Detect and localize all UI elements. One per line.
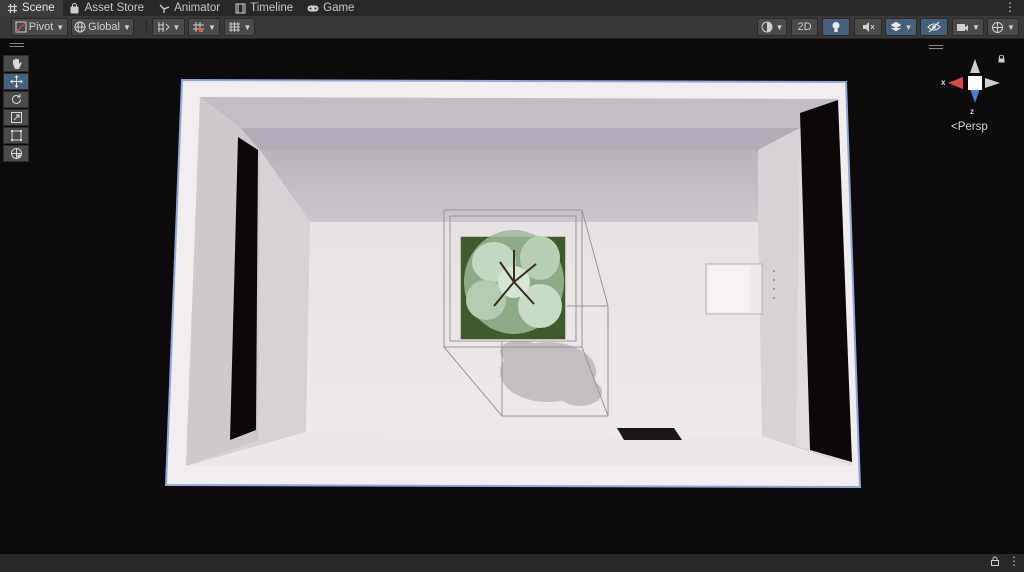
tab-label: Scene: [22, 2, 55, 14]
transform-tool-button[interactable]: [3, 145, 29, 162]
draw-mode-dropdown[interactable]: ▼: [757, 18, 787, 36]
chevron-down-icon: ▼: [972, 22, 980, 32]
shading-mode-icon: [761, 21, 773, 33]
projection-label: Persp: [957, 121, 988, 133]
scale-tool-button[interactable]: [3, 109, 29, 126]
chevron-down-icon: ▼: [172, 22, 181, 32]
more-options-icon[interactable]: ⋮: [1004, 0, 1016, 16]
grid-snap-icon: [193, 22, 205, 32]
tab-label: Animator: [174, 2, 221, 14]
chevron-down-icon: ▼: [904, 22, 913, 32]
chevron-down-icon: ▼: [122, 22, 131, 32]
tab-label: Game: [323, 2, 355, 14]
grid-visibility-icon: [228, 22, 240, 32]
tab-asset-store[interactable]: Asset Store: [63, 0, 152, 16]
gizmo-z-label: z: [970, 107, 974, 116]
globe-icon: [74, 21, 86, 33]
pivot-icon: [15, 21, 27, 33]
animator-icon: [158, 2, 170, 14]
tree-canopy: [464, 230, 564, 334]
snap-icon: [157, 22, 170, 32]
scene-render: [164, 78, 862, 489]
effects-layers-icon: [890, 21, 902, 32]
gizmo-panel-grip[interactable]: [929, 45, 943, 49]
move-arrows-icon: [9, 75, 23, 88]
mode-2d-label: 2D: [797, 21, 812, 33]
rect-transform-icon: [10, 130, 22, 141]
shopping-bag-icon: [69, 2, 81, 14]
grid-snapping-dropdown[interactable]: ▼: [188, 18, 220, 36]
tab-label: Timeline: [250, 2, 294, 14]
audio-muted-icon: [862, 22, 874, 32]
hand-icon: [12, 58, 22, 69]
projection-toggle[interactable]: <Persp: [951, 121, 988, 133]
chevron-down-icon: ▼: [1007, 22, 1015, 32]
tab-animator[interactable]: Animator: [152, 0, 228, 16]
tab-timeline[interactable]: Timeline: [228, 0, 301, 16]
snap-increment-dropdown[interactable]: ▼: [152, 18, 185, 36]
lightbulb-icon: [832, 22, 840, 32]
persp-chevron-icon: <: [951, 121, 958, 133]
effects-dropdown[interactable]: ▼: [885, 18, 917, 36]
transform-icon: [10, 148, 22, 159]
window-tab-bar: Scene Asset Store Animator Timeline Game…: [0, 0, 1024, 16]
eye-off-icon: [927, 21, 941, 33]
more-options-icon[interactable]: ⋮: [1008, 554, 1020, 568]
gizmos-dropdown[interactable]: ▼: [987, 18, 1019, 36]
grid-visibility-dropdown[interactable]: ▼: [224, 18, 255, 36]
palette-grip[interactable]: [10, 43, 24, 47]
tab-game[interactable]: Game: [301, 0, 362, 16]
tab-scene[interactable]: Scene: [0, 0, 63, 16]
pivot-label: Pivot: [28, 21, 54, 33]
film-icon: [234, 2, 246, 14]
chevron-down-icon: ▼: [243, 22, 252, 32]
toggle-2d-button[interactable]: 2D: [791, 18, 818, 36]
rotate-icon: [11, 94, 21, 104]
tab-label: Asset Store: [84, 2, 145, 14]
audio-toggle-button[interactable]: [854, 18, 882, 36]
gamepad-icon: [307, 2, 319, 14]
chevron-down-icon: ▼: [56, 22, 65, 32]
scale-icon: [10, 112, 22, 123]
hand-tool-button[interactable]: [3, 55, 29, 72]
camera-settings-dropdown[interactable]: ▼: [952, 18, 984, 36]
scene-visibility-toggle[interactable]: [920, 18, 948, 36]
rect-tool-button[interactable]: [3, 127, 29, 144]
rotate-tool-button[interactable]: [3, 91, 29, 108]
gizmo-x-label: x: [941, 78, 946, 87]
scene-viewport[interactable]: x z <Persp: [0, 39, 1024, 554]
chevron-down-icon: ▼: [775, 22, 784, 32]
move-tool-button[interactable]: [3, 73, 29, 90]
pivot-dropdown[interactable]: Pivot ▼: [11, 18, 68, 36]
global-label: Global: [88, 21, 120, 33]
toolbar-divider: [146, 20, 147, 34]
scene-toolbar: Pivot ▼ Global ▼ ▼ ▼ ▼ ▼ 2D ▼ ▼ ▼: [0, 16, 1024, 39]
gizmos-icon: [992, 21, 1004, 33]
lighting-toggle-button[interactable]: [822, 18, 850, 36]
grid-icon: [6, 2, 18, 14]
lock-icon[interactable]: [991, 556, 999, 569]
status-bar: ⋮: [0, 554, 1024, 572]
global-dropdown[interactable]: Global ▼: [71, 18, 134, 36]
chevron-down-icon: ▼: [208, 22, 216, 32]
tool-palette: [3, 43, 31, 163]
orientation-gizmo[interactable]: [940, 53, 1010, 123]
camera-icon: [957, 23, 969, 31]
